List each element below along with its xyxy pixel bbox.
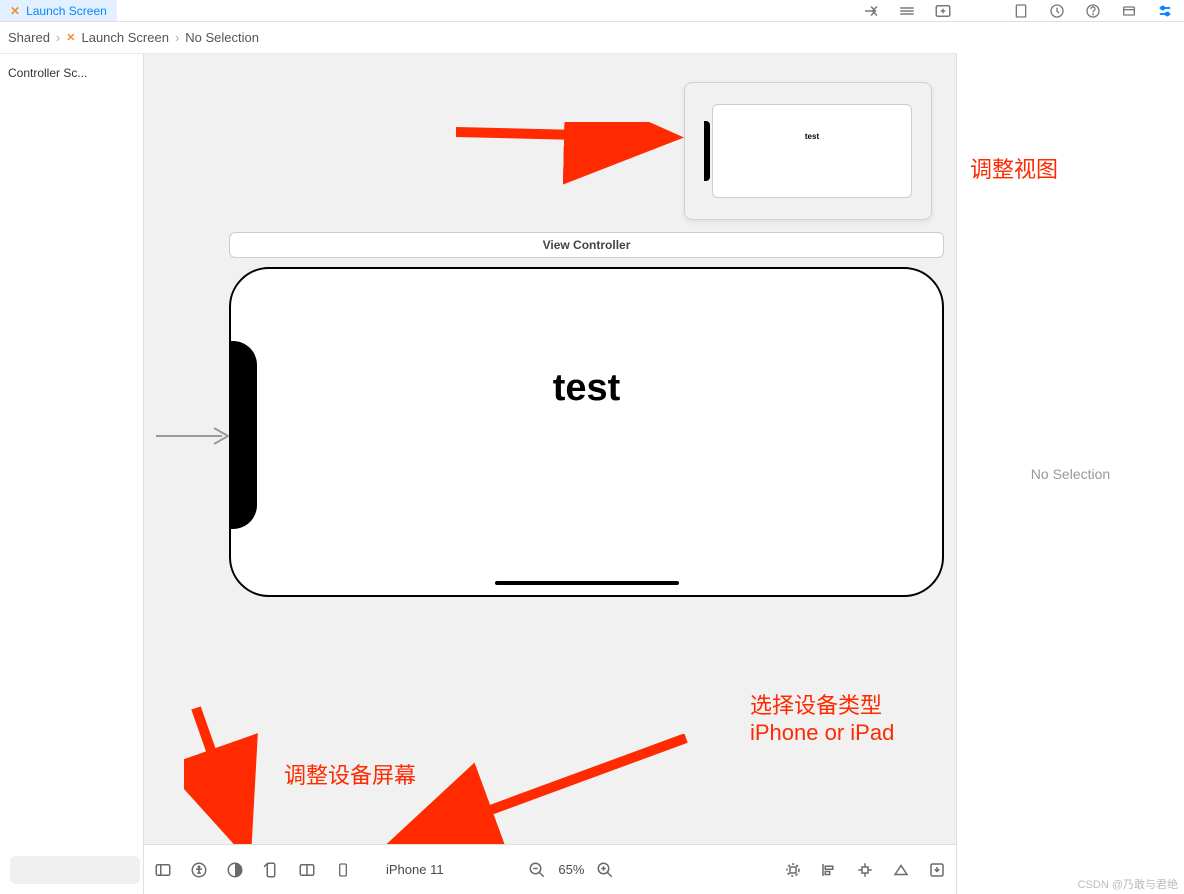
storyboard-icon: ✕ bbox=[66, 31, 77, 44]
appearance-icon[interactable] bbox=[226, 861, 244, 879]
storyboard-icon: ✕ bbox=[10, 4, 20, 18]
zoom-out-icon[interactable] bbox=[528, 861, 546, 879]
annotation-bottom-right: 选择设备类型 iPhone or iPad bbox=[750, 688, 894, 746]
tab-label: Launch Screen bbox=[26, 4, 107, 18]
editor-tab-bar: ✕ Launch Screen bbox=[0, 0, 1184, 22]
document-outline: Controller Sc... bbox=[0, 54, 144, 894]
resolve-icon[interactable] bbox=[892, 861, 910, 879]
outline-item[interactable]: Controller Sc... bbox=[4, 62, 139, 84]
editor-options bbox=[862, 2, 952, 20]
inspector-panel: No Selection bbox=[956, 54, 1184, 894]
compare-icon[interactable] bbox=[862, 2, 880, 20]
interface-builder-canvas[interactable]: test View Controller test bbox=[144, 54, 956, 894]
scene-view-controller[interactable]: View Controller test bbox=[229, 232, 944, 597]
panel-left-icon[interactable] bbox=[154, 861, 172, 879]
canvas-bottom-bar: iPhone 11 65% bbox=[144, 844, 956, 894]
accessibility-icon[interactable] bbox=[190, 861, 208, 879]
update-frames-icon[interactable] bbox=[784, 861, 802, 879]
device-type-icon[interactable] bbox=[334, 861, 352, 879]
chevron-right-icon: › bbox=[173, 30, 181, 45]
zoom-in-icon[interactable] bbox=[596, 861, 614, 879]
history-inspector-icon[interactable] bbox=[1048, 2, 1066, 20]
initial-vc-arrow-icon bbox=[154, 424, 234, 448]
help-inspector-icon[interactable] bbox=[1084, 2, 1102, 20]
label-test[interactable]: test bbox=[553, 367, 621, 410]
pin-icon[interactable] bbox=[856, 861, 874, 879]
minimap-frame: test bbox=[712, 104, 912, 198]
watermark: CSDN @乃敢与君绝 bbox=[1078, 876, 1178, 892]
layout-icon[interactable] bbox=[298, 861, 316, 879]
breadcrumb-item[interactable]: Launch Screen bbox=[81, 30, 168, 45]
annotation-bottom-left: 调整设备屏幕 bbox=[284, 758, 416, 790]
zoom-level[interactable]: 65% bbox=[558, 862, 584, 877]
device-selector[interactable]: iPhone 11 bbox=[386, 862, 444, 877]
tab-launch-screen[interactable]: ✕ Launch Screen bbox=[0, 0, 117, 21]
home-indicator bbox=[495, 581, 679, 585]
breadcrumb-item[interactable]: Shared bbox=[8, 30, 50, 45]
main-area: Controller Sc... test View Controller te… bbox=[0, 54, 1184, 894]
file-inspector-icon[interactable] bbox=[1012, 2, 1030, 20]
scene-header[interactable]: View Controller bbox=[229, 232, 944, 258]
minimap-content: test bbox=[805, 105, 819, 141]
canvas-minimap[interactable]: test bbox=[684, 82, 932, 220]
device-frame[interactable]: test bbox=[229, 267, 944, 597]
embed-icon[interactable] bbox=[928, 861, 946, 879]
align-icon[interactable] bbox=[820, 861, 838, 879]
identity-inspector-icon[interactable] bbox=[1120, 2, 1138, 20]
attributes-inspector-icon[interactable] bbox=[1156, 2, 1174, 20]
device-notch bbox=[229, 341, 257, 529]
breadcrumb-item[interactable]: No Selection bbox=[185, 30, 259, 45]
adjust-icon[interactable] bbox=[898, 2, 916, 20]
chevron-right-icon: › bbox=[54, 30, 62, 45]
orientation-icon[interactable] bbox=[262, 861, 280, 879]
filter-input[interactable] bbox=[10, 856, 140, 884]
inspector-tabs bbox=[1012, 2, 1184, 20]
breadcrumb: Shared › ✕ Launch Screen › No Selection bbox=[0, 22, 957, 54]
minimap-notch bbox=[704, 121, 710, 181]
inspector-placeholder: No Selection bbox=[1031, 466, 1110, 482]
add-panel-icon[interactable] bbox=[934, 2, 952, 20]
